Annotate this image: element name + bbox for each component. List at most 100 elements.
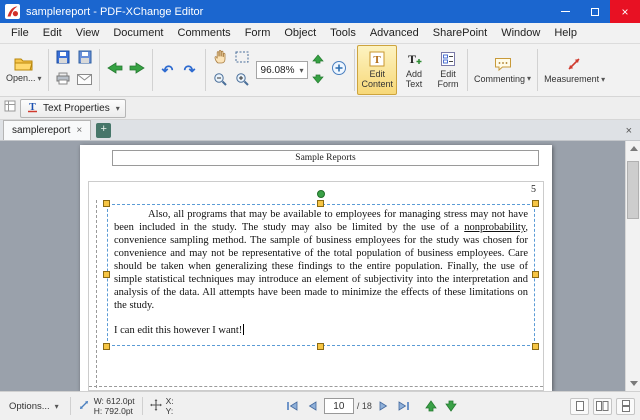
previous-view-button[interactable]: [423, 398, 440, 414]
go-forward-button[interactable]: [126, 59, 148, 81]
scroll-down-button[interactable]: [626, 376, 640, 391]
redo-button[interactable]: ↷: [179, 59, 201, 81]
previous-page-button[interactable]: [304, 398, 321, 414]
resize-handle-bottom-right[interactable]: [532, 343, 539, 350]
options-label: Options...: [9, 401, 50, 412]
paragraph-text-after: , convenience sampling method. The sampl…: [114, 222, 528, 311]
hand-tool-button[interactable]: [209, 48, 231, 70]
measurement-button[interactable]: Measurement▾: [540, 45, 609, 95]
edit-content-label-1: Edit: [369, 69, 385, 79]
edit-content-button[interactable]: T Edit Content: [357, 45, 397, 95]
toolbar-separator: [205, 49, 206, 91]
edited-line[interactable]: I can edit this however I want!: [114, 324, 528, 337]
print-button[interactable]: [52, 70, 74, 92]
title-bar: samplereport - PDF-XChange Editor ×: [0, 0, 640, 23]
status-separator: [70, 397, 71, 415]
email-button[interactable]: [74, 70, 96, 92]
next-page-button[interactable]: [375, 398, 392, 414]
menu-comments[interactable]: Comments: [171, 25, 238, 41]
zoom-level-combo[interactable]: 96.08% ▾: [256, 61, 309, 79]
add-text-label-2: Text: [406, 79, 423, 89]
zoom-in-button[interactable]: [231, 70, 253, 92]
scroll-up-button[interactable]: [626, 141, 640, 156]
menu-sharepoint[interactable]: SharePoint: [426, 25, 494, 41]
menu-object[interactable]: Object: [277, 25, 323, 41]
bottom-margin-guide: [89, 386, 543, 387]
zoom-plus-button[interactable]: [328, 59, 350, 81]
open-button[interactable]: Open...▾: [2, 45, 46, 95]
save-as-button[interactable]: [74, 48, 96, 70]
editable-text-block[interactable]: Also, all programs that may be available…: [107, 204, 535, 346]
menu-form[interactable]: Form: [238, 25, 278, 41]
two-page-view-button[interactable]: [593, 398, 612, 415]
app-window: samplereport - PDF-XChange Editor × File…: [0, 0, 640, 420]
vertical-scrollbar[interactable]: [625, 141, 640, 391]
resize-handle-top-right[interactable]: [532, 200, 539, 207]
scrollbar-thumb[interactable]: [627, 161, 639, 219]
toolbar-separator: [152, 49, 153, 91]
resize-handle-bottom-left[interactable]: [103, 343, 110, 350]
page-down-button[interactable]: [312, 71, 324, 89]
continuous-view-button[interactable]: [616, 398, 635, 415]
add-text-button[interactable]: T Add Text: [397, 45, 431, 95]
measurement-label: Measurement: [544, 74, 599, 84]
tab-label: samplereport: [12, 125, 70, 136]
snapshot-tool-button[interactable]: [231, 48, 253, 70]
go-back-button[interactable]: [104, 59, 126, 81]
paragraph[interactable]: Also, all programs that may be available…: [114, 208, 528, 312]
minimize-button[interactable]: [550, 0, 580, 23]
svg-text:T: T: [374, 54, 382, 66]
page-width-value: W: 612.0pt: [94, 396, 135, 406]
toolbar-separator: [537, 49, 538, 91]
file-tools-group: [51, 45, 97, 95]
maximize-button[interactable]: [580, 0, 610, 23]
text-properties-button[interactable]: T Text Properties ▾: [20, 99, 126, 118]
undo-icon: ↶: [162, 63, 174, 77]
new-tab-button[interactable]: +: [96, 123, 111, 138]
edit-form-button[interactable]: Edit Form: [431, 45, 465, 95]
menu-advanced[interactable]: Advanced: [363, 25, 426, 41]
menu-file[interactable]: File: [4, 25, 36, 41]
minimize-icon: [561, 11, 570, 12]
first-page-button[interactable]: [284, 398, 301, 414]
text-properties-dropdown-icon: ▾: [116, 104, 120, 113]
single-page-view-button[interactable]: [570, 398, 589, 415]
close-button[interactable]: ×: [610, 0, 640, 23]
undo-button[interactable]: ↶: [157, 59, 179, 81]
resize-handle-top-center[interactable]: [317, 200, 324, 207]
next-view-button[interactable]: [443, 398, 460, 414]
resize-handle-top-left[interactable]: [103, 200, 110, 207]
close-icon: ×: [621, 5, 628, 19]
options-dropdown-icon: ▾: [55, 402, 59, 411]
zoom-group: 96.08% ▾: [254, 45, 311, 95]
menu-help[interactable]: Help: [547, 25, 584, 41]
tab-samplereport[interactable]: samplereport ×: [3, 120, 91, 140]
menu-window[interactable]: Window: [494, 25, 547, 41]
edit-content-icon: T: [369, 51, 385, 69]
page-up-button[interactable]: [312, 51, 324, 69]
open-label: Open...: [6, 73, 36, 83]
edit-form-label-1: Edit: [440, 69, 456, 79]
menu-document[interactable]: Document: [106, 25, 170, 41]
resize-handle-mid-right[interactable]: [532, 271, 539, 278]
tab-close-icon[interactable]: ×: [76, 125, 82, 136]
tabbar-close-icon[interactable]: ×: [621, 125, 637, 137]
menu-edit[interactable]: Edit: [36, 25, 69, 41]
page-up-down-group: [310, 45, 326, 95]
toolbar-separator: [99, 49, 100, 91]
page-number-input[interactable]: 10: [324, 398, 354, 414]
menu-view[interactable]: View: [69, 25, 107, 41]
save-icon: [56, 50, 70, 69]
resize-handle-bottom-center[interactable]: [317, 343, 324, 350]
commenting-button[interactable]: Commenting▾: [470, 45, 535, 95]
rotate-handle[interactable]: [317, 190, 325, 198]
save-button[interactable]: [52, 48, 74, 70]
zoom-in-circle-group: [326, 45, 352, 95]
menu-tools[interactable]: Tools: [323, 25, 363, 41]
resize-handle-mid-left[interactable]: [103, 271, 110, 278]
options-button[interactable]: Options... ▾: [5, 399, 63, 414]
zoom-out-button[interactable]: [209, 70, 231, 92]
last-page-button[interactable]: [395, 398, 412, 414]
text-properties-icon: T: [26, 100, 39, 116]
window-controls: ×: [550, 0, 640, 23]
